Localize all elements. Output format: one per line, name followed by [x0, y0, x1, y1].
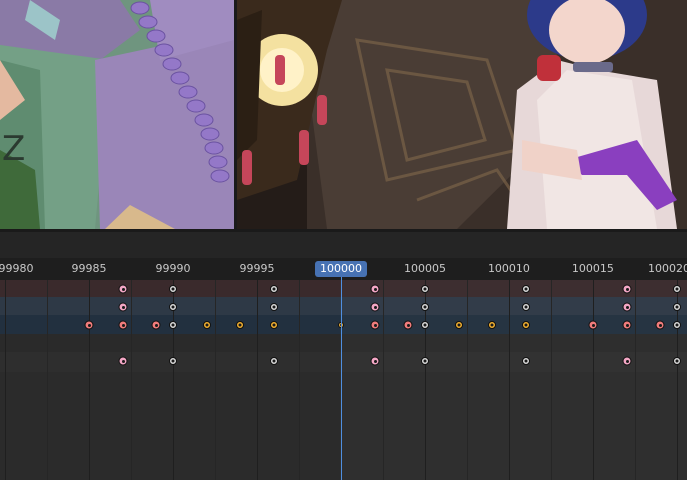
- keyframe-white[interactable]: [421, 285, 429, 293]
- keyframe-white[interactable]: [673, 321, 681, 329]
- keyframe-white[interactable]: [270, 303, 278, 311]
- keyframe-white[interactable]: [522, 357, 530, 365]
- keyframe-white[interactable]: [421, 321, 429, 329]
- keyframe-red[interactable]: [151, 320, 161, 330]
- viewport-left[interactable]: Z: [0, 0, 234, 229]
- grid-line: [509, 280, 510, 480]
- current-frame-indicator[interactable]: 100000: [315, 261, 367, 277]
- keyframe-white[interactable]: [169, 357, 177, 365]
- grid-line: [131, 280, 132, 480]
- keyframe-pink[interactable]: [118, 356, 128, 366]
- dope-sheet-editor[interactable]: 99980 99985 99990 99995 100005 100010 100015 10…: [0, 232, 687, 480]
- keyframe-white[interactable]: [270, 357, 278, 365]
- keyframe-white[interactable]: [421, 357, 429, 365]
- frame-tick-label: 99995: [239, 262, 275, 275]
- grid-line: [47, 280, 48, 480]
- keyframe-red[interactable]: [403, 320, 413, 330]
- grid-line: [635, 280, 636, 480]
- keyframe-red[interactable]: [655, 320, 665, 330]
- viewport-right-render: [237, 0, 687, 229]
- grid-line: [467, 280, 468, 480]
- editor-header: [0, 232, 687, 258]
- axis-z-glyph: Z: [2, 129, 25, 169]
- keyframe-yellow[interactable]: [236, 321, 244, 329]
- keyframe-white[interactable]: [673, 285, 681, 293]
- keyframe-pink[interactable]: [370, 284, 380, 294]
- keyframe-white[interactable]: [169, 285, 177, 293]
- grid-line: [299, 280, 300, 480]
- frame-tick-label: 99990: [155, 262, 191, 275]
- frame-tick-label: 99985: [71, 262, 107, 275]
- keyframe-pink[interactable]: [118, 284, 128, 294]
- keyframe-white[interactable]: [169, 321, 177, 329]
- keyframe-white[interactable]: [673, 303, 681, 311]
- grid-line: [257, 280, 258, 480]
- grid-line: [5, 280, 6, 480]
- keyframe-red[interactable]: [84, 320, 94, 330]
- keyframe-yellow[interactable]: [270, 321, 278, 329]
- keyframe-white[interactable]: [673, 357, 681, 365]
- keyframe-yellow[interactable]: [522, 321, 530, 329]
- grid-line: [89, 280, 90, 480]
- keyframe-yellow[interactable]: [455, 321, 463, 329]
- keyframe-white[interactable]: [522, 303, 530, 311]
- grid-line: [593, 280, 594, 480]
- grid-line: [215, 280, 216, 480]
- keyframe-pink[interactable]: [622, 356, 632, 366]
- keyframe-red[interactable]: [588, 320, 598, 330]
- keyframe-red[interactable]: [622, 320, 632, 330]
- keyframe-red[interactable]: [118, 320, 128, 330]
- keyframe-pink[interactable]: [370, 356, 380, 366]
- grid-line: [551, 280, 552, 480]
- frame-tick-label: 100005: [403, 262, 446, 275]
- grid-line: [383, 280, 384, 480]
- keyframe-pink[interactable]: [622, 284, 632, 294]
- keyframe-white[interactable]: [169, 303, 177, 311]
- viewport-right[interactable]: [237, 0, 687, 229]
- playhead-line[interactable]: [341, 277, 342, 480]
- keyframe-white[interactable]: [270, 285, 278, 293]
- frame-tick-label: 100010: [487, 262, 530, 275]
- keyframe-yellow[interactable]: [203, 321, 211, 329]
- frame-tick-label: 100015: [571, 262, 614, 275]
- keyframe-white[interactable]: [421, 303, 429, 311]
- keyframe-yellow[interactable]: [488, 321, 496, 329]
- keyframe-pink[interactable]: [622, 302, 632, 312]
- frame-tick-label: 100020: [648, 262, 687, 275]
- viewport-left-render: Z: [0, 0, 234, 229]
- keyframe-white[interactable]: [522, 285, 530, 293]
- keyframe-pink[interactable]: [118, 302, 128, 312]
- keyframe-pink[interactable]: [370, 302, 380, 312]
- frame-tick-label: 99980: [0, 262, 34, 275]
- keyframe-red[interactable]: [370, 320, 380, 330]
